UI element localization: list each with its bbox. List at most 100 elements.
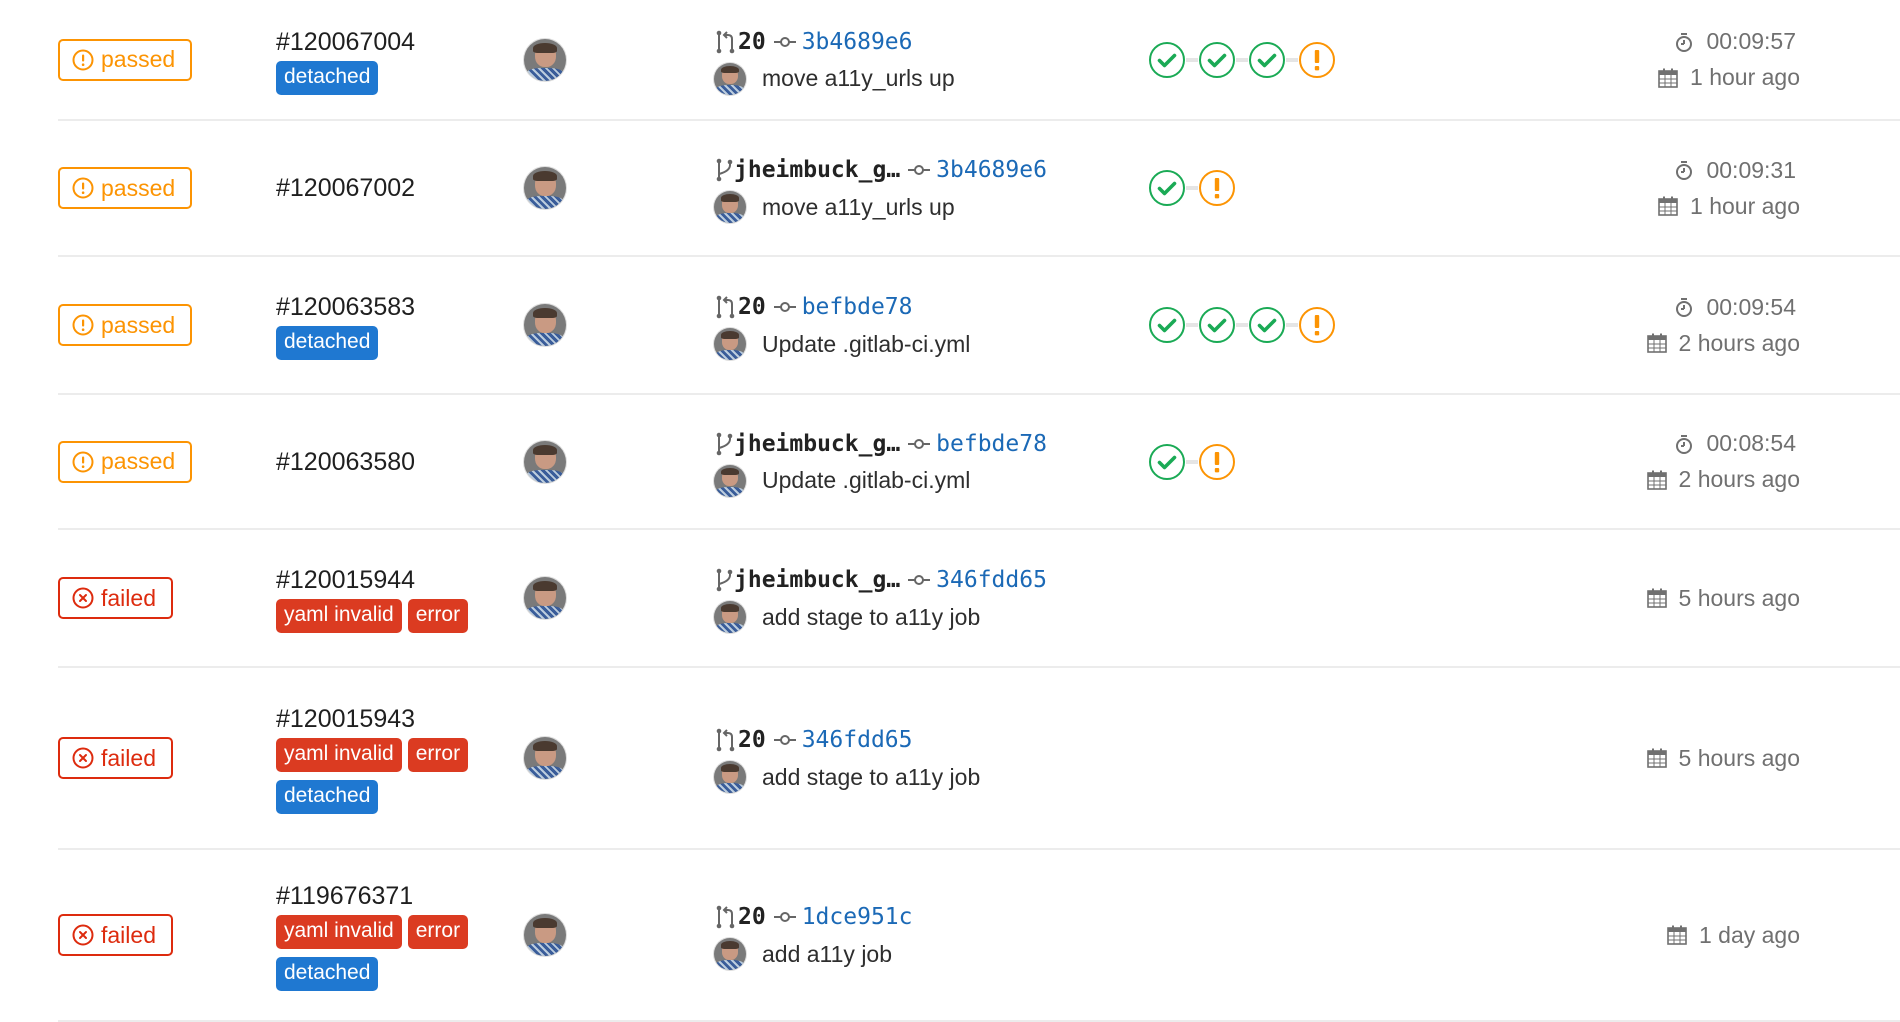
- commit-sha-link[interactable]: 3b4689e6: [802, 29, 913, 55]
- user-avatar[interactable]: [714, 938, 746, 970]
- user-avatar[interactable]: [524, 914, 566, 956]
- status-badge-passed[interactable]: passed: [58, 167, 192, 209]
- timing-cell: 1 day ago: [1667, 917, 1800, 953]
- commit-message-link[interactable]: add a11y job: [762, 941, 892, 968]
- pipeline-id-link[interactable]: #120067004: [276, 28, 415, 56]
- duration: 00:09:54: [1647, 289, 1800, 325]
- commit-title: move a11y_urls up: [714, 191, 1047, 223]
- calendar-icon: [1658, 68, 1678, 88]
- ref-link[interactable]: 20: [738, 904, 766, 930]
- finished-text: 2 hours ago: [1678, 466, 1800, 492]
- badge-yaml-invalid: yaml invalid: [276, 599, 402, 633]
- status-badge-failed[interactable]: failed: [58, 737, 173, 779]
- stage-warning-button[interactable]: [1298, 41, 1336, 79]
- status-label: passed: [101, 46, 176, 72]
- badge-detached: detached: [276, 780, 379, 814]
- commit-message-link[interactable]: move a11y_urls up: [762, 65, 955, 92]
- stage-success-button[interactable]: [1148, 306, 1186, 344]
- badge-detached: detached: [276, 326, 379, 360]
- commit-sha-link[interactable]: 3b4689e6: [936, 157, 1047, 183]
- ref-link[interactable]: jheimbuck_g…: [734, 431, 900, 457]
- pipeline-id-link[interactable]: #120063583: [276, 293, 415, 321]
- pipeline-id-link[interactable]: #119676371: [276, 882, 413, 910]
- badge-yaml-invalid: yaml invalid: [276, 915, 402, 949]
- ref-link[interactable]: 20: [738, 294, 766, 320]
- commit-message-link[interactable]: Update .gitlab-ci.yml: [762, 331, 970, 358]
- branch-icon: [716, 568, 733, 592]
- finished-at: 2 hours ago: [1646, 462, 1800, 498]
- stage-connector: [1286, 323, 1298, 327]
- commit-sha-link[interactable]: befbde78: [936, 431, 1047, 457]
- user-avatar[interactable]: [714, 62, 746, 95]
- commit-message-link[interactable]: move a11y_urls up: [762, 194, 955, 221]
- stage-success-button[interactable]: [1148, 169, 1186, 207]
- commit-message-link[interactable]: Update .gitlab-ci.yml: [762, 467, 970, 494]
- pipeline-id-link[interactable]: #120067002: [276, 174, 415, 202]
- pipeline-id-link[interactable]: #120015944: [276, 566, 415, 594]
- ref-link[interactable]: jheimbuck_g…: [734, 567, 900, 593]
- stage-warning-button[interactable]: [1298, 306, 1336, 344]
- check-circle-icon: [1199, 307, 1235, 343]
- badge-group: yaml invalid error: [276, 599, 496, 633]
- commit-sha-link[interactable]: 346fdd65: [802, 727, 913, 753]
- stage-success-button[interactable]: [1198, 306, 1236, 344]
- status-badge-passed[interactable]: passed: [58, 440, 192, 483]
- warning-icon: [72, 49, 94, 70]
- commit-sha-link[interactable]: 346fdd65: [936, 567, 1047, 593]
- ref-link[interactable]: 20: [738, 29, 766, 55]
- badge-detached: detached: [276, 957, 379, 991]
- pipeline-id-link[interactable]: #120015943: [276, 705, 415, 733]
- status-badge-passed[interactable]: passed: [58, 38, 192, 81]
- user-avatar[interactable]: [524, 304, 566, 346]
- merge-request-icon: [716, 295, 735, 319]
- timing-cell: 00:09:54 2 hours ago: [1646, 289, 1800, 361]
- commit-ref: 20 1dce951c: [714, 900, 912, 934]
- user-avatar[interactable]: [524, 440, 566, 483]
- stage-success-button[interactable]: [1148, 41, 1186, 79]
- user-avatar[interactable]: [524, 737, 566, 779]
- commit-title: add a11y job: [714, 938, 912, 970]
- user-avatar[interactable]: [714, 601, 746, 633]
- stage-success-button[interactable]: [1248, 41, 1286, 79]
- status-badge-failed[interactable]: failed: [58, 914, 173, 956]
- pipeline-id-cell: #120063580: [276, 445, 415, 479]
- finished-text: 1 hour ago: [1690, 192, 1800, 219]
- status-badge-failed[interactable]: failed: [58, 577, 173, 619]
- commit-title: add stage to a11y job: [714, 761, 980, 793]
- user-avatar[interactable]: [714, 191, 746, 223]
- status-label: failed: [101, 921, 156, 948]
- pipeline-row: failed #119676371 yaml invalid error detache…: [58, 850, 1900, 1022]
- commit-sha-link[interactable]: 1dce951c: [802, 904, 913, 930]
- user-avatar[interactable]: [714, 464, 746, 497]
- branch-icon: [716, 432, 733, 455]
- pipeline-id-cell: #120067002: [276, 171, 415, 205]
- ref-link[interactable]: 20: [738, 727, 766, 753]
- stage-success-button[interactable]: [1248, 306, 1286, 344]
- stage-warning-button[interactable]: [1198, 169, 1236, 207]
- error-icon: [72, 587, 94, 609]
- pipeline-row: failed #120015944 yaml invalid error jheimbu…: [58, 530, 1900, 668]
- commit-icon: [773, 36, 796, 47]
- stage-success-button[interactable]: [1148, 443, 1186, 481]
- user-avatar[interactable]: [524, 167, 566, 209]
- user-avatar[interactable]: [714, 761, 746, 793]
- badge-detached: detached: [276, 60, 379, 95]
- ref-link[interactable]: jheimbuck_g…: [734, 157, 900, 183]
- merge-request-icon: [716, 905, 735, 929]
- finished-text: 2 hours ago: [1678, 329, 1800, 356]
- user-avatar[interactable]: [714, 328, 746, 360]
- user-avatar[interactable]: [524, 577, 566, 619]
- finished-text: 1 hour ago: [1690, 64, 1800, 90]
- status-badge-passed[interactable]: passed: [58, 304, 192, 346]
- pipeline-id-link[interactable]: #120063580: [276, 448, 415, 476]
- user-avatar[interactable]: [524, 38, 566, 81]
- stage-warning-button[interactable]: [1198, 443, 1236, 481]
- warning-circle-icon: [1299, 307, 1335, 343]
- commit-message-link[interactable]: add stage to a11y job: [762, 604, 980, 631]
- stage-success-button[interactable]: [1198, 41, 1236, 79]
- status-label: failed: [101, 744, 156, 771]
- commit-sha-link[interactable]: befbde78: [802, 294, 913, 320]
- triggerer: [524, 167, 566, 209]
- commit-message-link[interactable]: add stage to a11y job: [762, 764, 980, 791]
- timer-icon: [1676, 298, 1693, 317]
